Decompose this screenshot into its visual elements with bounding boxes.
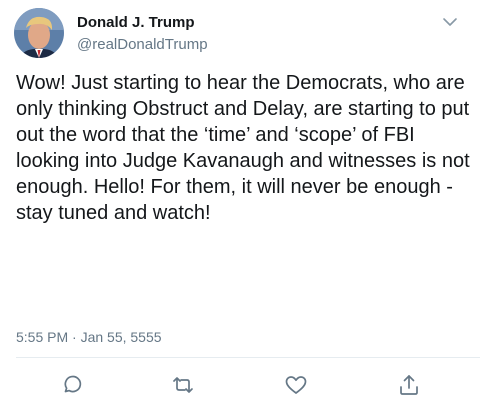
action-bar <box>0 370 480 398</box>
divider <box>16 357 480 358</box>
reply-icon[interactable] <box>58 372 84 398</box>
tweet-card: Donald J. Trump @realDonaldTrump Wow! Ju… <box>0 0 480 410</box>
avatar[interactable] <box>14 8 64 58</box>
author-info: Donald J. Trump @realDonaldTrump <box>77 14 208 54</box>
tweet-text: Wow! Just starting to hear the Democrats… <box>16 72 470 224</box>
chevron-down-icon[interactable] <box>440 12 460 32</box>
display-name[interactable]: Donald J. Trump <box>77 14 208 32</box>
username[interactable]: @realDonaldTrump <box>77 36 208 54</box>
timestamp[interactable]: 5:55 PM · Jan 55, 5555 <box>16 328 162 346</box>
share-icon[interactable] <box>396 372 422 398</box>
retweet-icon[interactable] <box>170 372 196 398</box>
like-icon[interactable] <box>283 372 309 398</box>
